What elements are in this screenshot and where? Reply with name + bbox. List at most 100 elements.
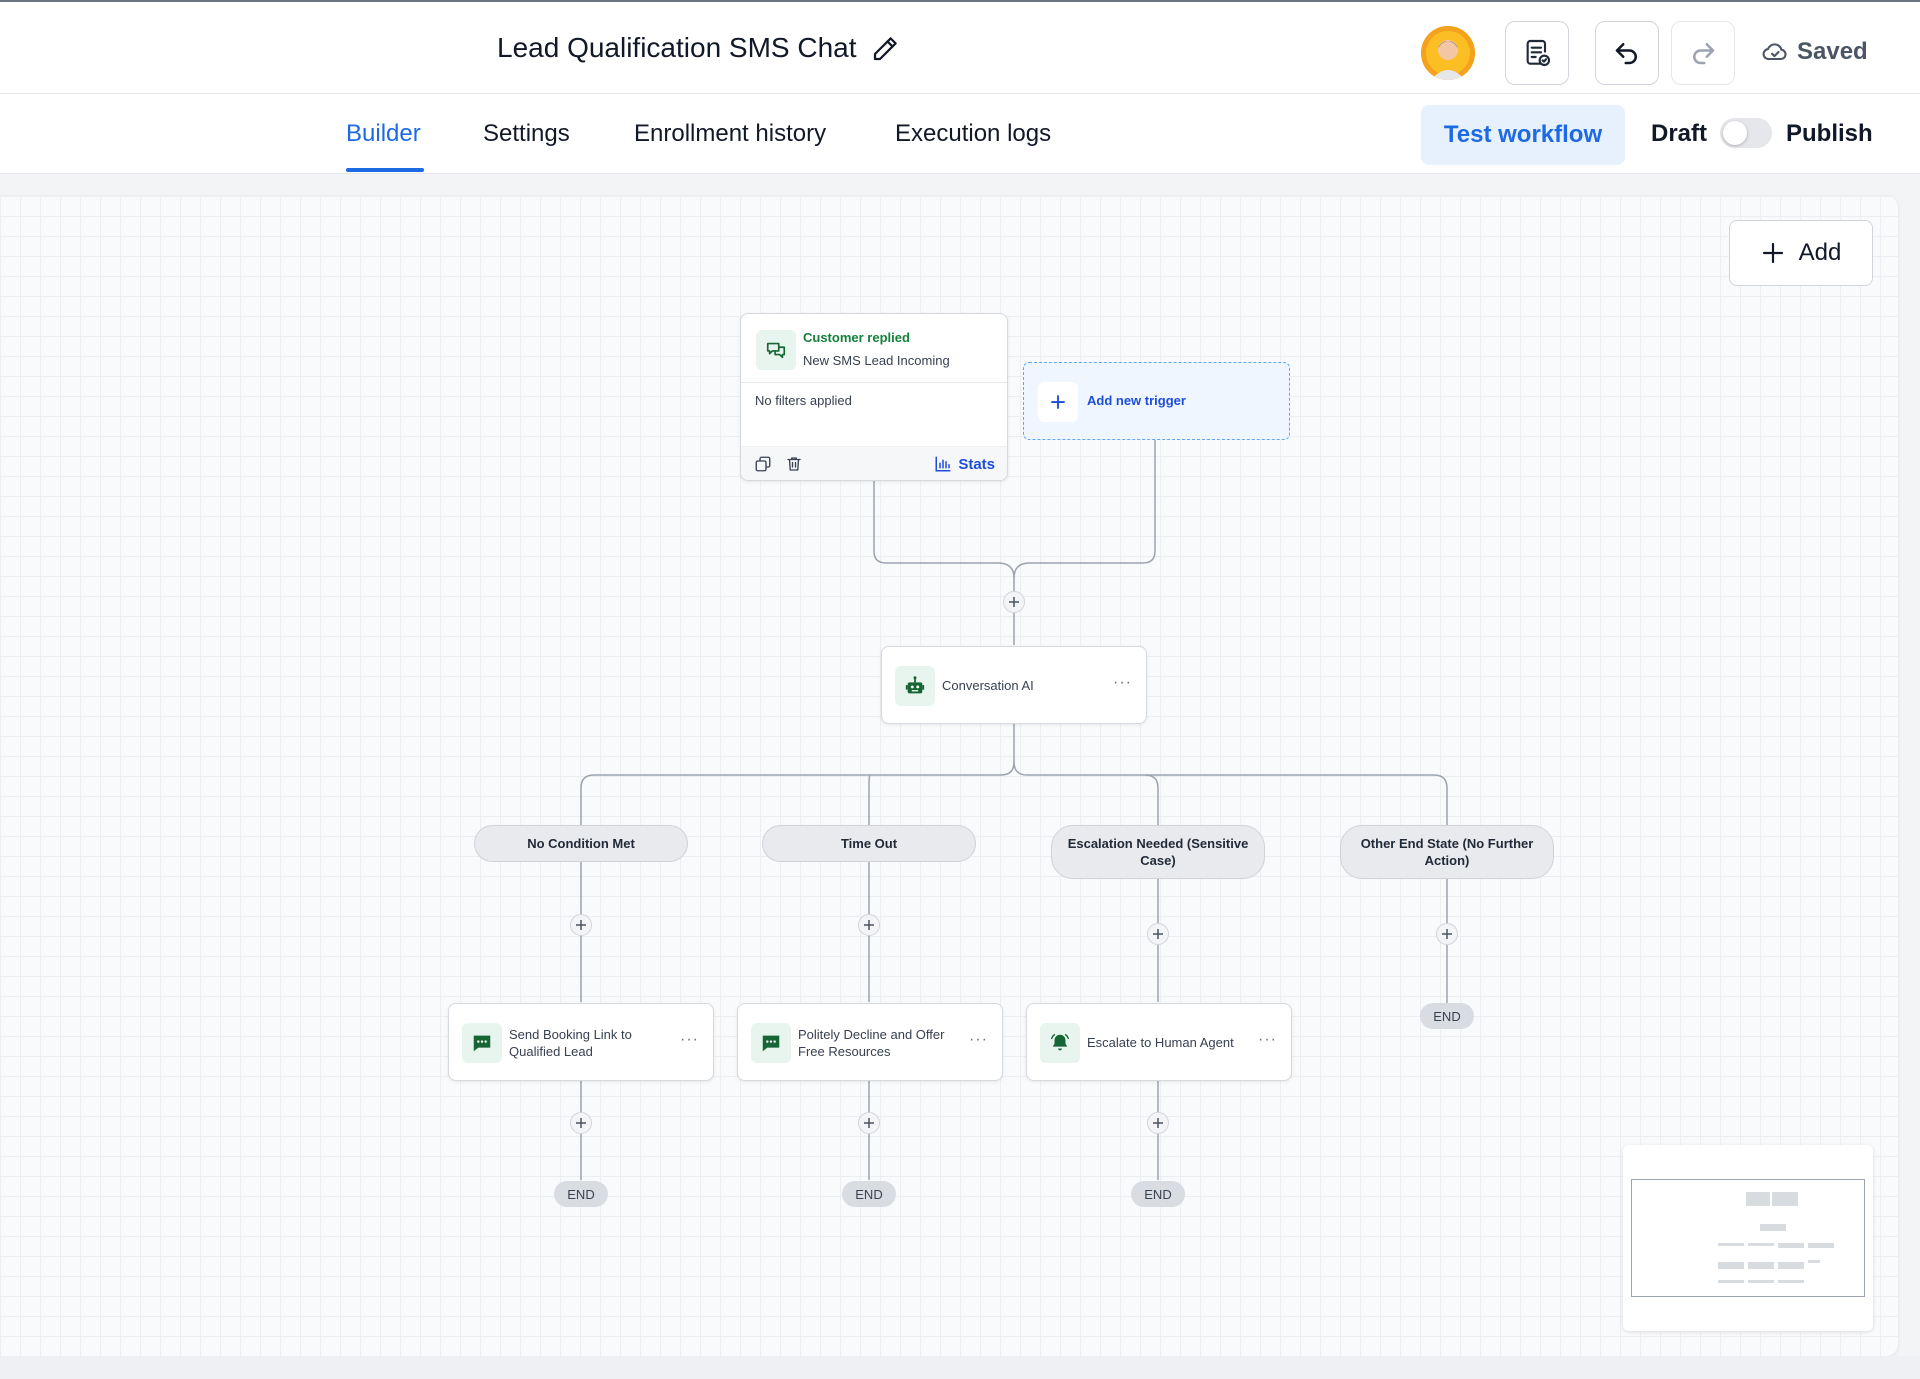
tab-bar: Builder Settings Enrollment history Exec… xyxy=(0,94,1920,174)
test-workflow-button[interactable]: Test workflow xyxy=(1421,105,1625,165)
trigger-node[interactable]: Customer replied New SMS Lead Incoming N… xyxy=(740,313,1008,481)
plus-icon xyxy=(1051,395,1065,409)
tab-enrollment-history[interactable]: Enrollment history xyxy=(634,120,826,148)
minimap-node xyxy=(1748,1280,1774,1283)
end-marker: END xyxy=(1131,1181,1185,1207)
avatar[interactable] xyxy=(1421,26,1475,80)
branch-other-end-state[interactable]: Other End State (No Further Action) xyxy=(1340,825,1554,879)
add-step-plus[interactable] xyxy=(570,914,592,936)
minimap-node xyxy=(1748,1262,1774,1269)
plus-icon xyxy=(1442,929,1452,939)
action-politely-decline[interactable]: Politely Decline and Offer Free Resource… xyxy=(737,1003,1003,1081)
stats-label: Stats xyxy=(958,455,995,473)
chat-bubbles-icon xyxy=(766,342,786,359)
add-button[interactable]: Add xyxy=(1729,220,1873,286)
copy-icon[interactable] xyxy=(754,455,772,473)
branch-no-condition-met[interactable]: No Condition Met xyxy=(474,825,688,862)
add-label: Add xyxy=(1798,239,1842,266)
canvas-bottom-strip xyxy=(0,1356,1920,1379)
action-label: Send Booking Link to Qualified Lead xyxy=(509,1027,632,1059)
redo-icon xyxy=(1693,43,1715,65)
more-options-icon[interactable]: ··· xyxy=(1258,1031,1277,1049)
add-step-plus[interactable] xyxy=(858,914,880,936)
minimap-node xyxy=(1808,1260,1820,1263)
plus-icon xyxy=(576,1118,586,1128)
undo-icon xyxy=(1615,43,1637,65)
trash-icon[interactable] xyxy=(785,455,803,473)
plus-icon xyxy=(1009,597,1019,607)
publish-toggle[interactable] xyxy=(1720,118,1772,148)
add-step-plus[interactable] xyxy=(570,1112,592,1134)
undo-button[interactable] xyxy=(1595,21,1659,85)
more-options-icon[interactable]: ··· xyxy=(680,1031,699,1049)
trigger-filters: No filters applied xyxy=(755,393,852,408)
tab-execution-logs[interactable]: Execution logs xyxy=(895,120,1051,148)
action-escalate-to-human[interactable]: Escalate to Human Agent ··· xyxy=(1026,1003,1292,1081)
add-step-plus[interactable] xyxy=(858,1112,880,1134)
active-tab-indicator xyxy=(346,168,424,172)
robot-icon xyxy=(905,676,925,694)
trigger-icon-box xyxy=(756,330,796,370)
plus-icon xyxy=(864,920,874,930)
add-trigger-node[interactable]: Add new trigger xyxy=(1023,362,1290,440)
add-step-plus[interactable] xyxy=(1147,1112,1169,1134)
plus-icon xyxy=(864,1118,874,1128)
plus-icon xyxy=(576,920,586,930)
branch-time-out[interactable]: Time Out xyxy=(762,825,976,862)
end-marker: END xyxy=(1420,1003,1474,1029)
bell-icon xyxy=(1051,1034,1069,1051)
add-step-plus[interactable] xyxy=(1003,591,1025,613)
minimap-node xyxy=(1778,1243,1804,1248)
bar-chart-icon xyxy=(935,456,951,472)
bell-icon-box xyxy=(1040,1023,1080,1063)
add-step-plus[interactable] xyxy=(1436,923,1458,945)
save-status: Saved xyxy=(1761,38,1868,66)
list-check-icon xyxy=(1526,39,1551,67)
minimap-node xyxy=(1718,1243,1744,1246)
end-marker: END xyxy=(842,1181,896,1207)
workflow-title[interactable]: Lead Qualification SMS Chat xyxy=(497,32,857,64)
tab-builder[interactable]: Builder xyxy=(346,120,421,148)
cloud-check-icon xyxy=(1762,43,1787,61)
divider xyxy=(741,382,1007,383)
ai-icon-box xyxy=(895,666,935,706)
sms-icon xyxy=(762,1035,780,1052)
action-send-booking-link[interactable]: Send Booking Link to Qualified Lead ··· xyxy=(448,1003,714,1081)
more-options-icon[interactable]: ··· xyxy=(969,1031,988,1049)
trigger-type: Customer replied xyxy=(803,330,910,345)
conversation-ai-node[interactable]: Conversation AI ··· xyxy=(881,646,1147,724)
minimap-node xyxy=(1772,1192,1798,1206)
tab-settings[interactable]: Settings xyxy=(483,120,570,148)
minimap-node xyxy=(1718,1280,1744,1283)
action-label: Politely Decline and Offer Free Resource… xyxy=(798,1027,945,1059)
sms-icon xyxy=(473,1035,491,1052)
pencil-icon[interactable] xyxy=(870,34,900,64)
minimap-node xyxy=(1760,1224,1786,1231)
sms-icon-box xyxy=(462,1023,502,1063)
ai-node-label: Conversation AI xyxy=(942,678,1034,693)
toggle-knob xyxy=(1723,121,1747,145)
saved-label: Saved xyxy=(1797,38,1868,65)
minimap-node xyxy=(1808,1243,1834,1248)
end-marker: END xyxy=(554,1181,608,1207)
add-step-plus[interactable] xyxy=(1147,923,1169,945)
stats-link[interactable]: Stats xyxy=(934,455,995,473)
more-options-icon[interactable]: ··· xyxy=(1113,674,1132,692)
plus-icon xyxy=(1153,1118,1163,1128)
minimap[interactable] xyxy=(1623,1145,1873,1331)
trigger-footer: Stats xyxy=(741,446,1007,480)
draft-label: Draft xyxy=(1651,120,1708,147)
redo-button[interactable] xyxy=(1671,21,1735,85)
review-list-button[interactable] xyxy=(1505,21,1569,85)
minimap-node xyxy=(1748,1243,1774,1246)
minimap-node xyxy=(1778,1280,1804,1283)
minimap-viewport[interactable] xyxy=(1631,1179,1865,1297)
publish-label: Publish xyxy=(1786,120,1873,147)
action-label: Escalate to Human Agent xyxy=(1087,1035,1234,1050)
trigger-name: New SMS Lead Incoming xyxy=(803,353,950,368)
branch-escalation-needed[interactable]: Escalation Needed (Sensitive Case) xyxy=(1051,825,1265,879)
plus-icon xyxy=(1762,242,1783,264)
minimap-node xyxy=(1746,1192,1770,1206)
top-bar: Lead Qualification SMS Chat Saved xyxy=(0,0,1920,94)
minimap-node xyxy=(1778,1262,1804,1269)
